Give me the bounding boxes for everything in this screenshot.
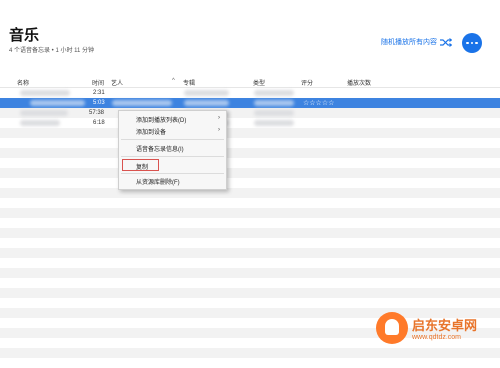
blurred-name xyxy=(20,110,68,116)
shuffle-icon xyxy=(440,37,452,47)
empty-row xyxy=(0,248,500,258)
column-artist[interactable]: 艺人 xyxy=(111,78,123,87)
table-row[interactable]: 6:18 xyxy=(0,118,500,128)
watermark: 启东安卓网 www.qdtdz.com xyxy=(376,312,477,344)
empty-row xyxy=(0,178,500,188)
shuffle-label: 随机播放所有内容 xyxy=(381,39,437,46)
table-row-selected[interactable]: 5:03 ☆☆☆☆☆ xyxy=(0,98,500,108)
column-rating[interactable]: 评分 xyxy=(301,78,313,87)
row-time: 5:03 xyxy=(93,100,105,106)
menu-item-add-to-playlist[interactable]: 添加到播放列表(D) xyxy=(136,115,186,124)
column-genre[interactable]: 类型 xyxy=(253,78,265,87)
blurred-artist xyxy=(112,100,172,106)
submenu-arrow-icon: › xyxy=(218,115,220,121)
table-header: 名称 时间 艺人 ^ 专辑 类型 评分 播放次数 xyxy=(0,75,500,88)
menu-separator xyxy=(121,156,224,157)
blurred-genre xyxy=(254,120,294,126)
menu-separator xyxy=(121,139,224,140)
submenu-arrow-icon: › xyxy=(218,127,220,133)
blurred-name xyxy=(20,120,60,126)
empty-row xyxy=(0,278,500,288)
menu-item-memo-info[interactable]: 语音备忘录信息(I) xyxy=(136,144,184,153)
empty-row xyxy=(0,238,500,248)
empty-row xyxy=(0,128,500,138)
empty-row xyxy=(0,148,500,158)
blurred-album xyxy=(184,90,229,96)
row-time: 6:18 xyxy=(93,120,105,126)
watermark-name: 启东安卓网 xyxy=(412,318,478,333)
empty-row xyxy=(0,358,500,368)
empty-row xyxy=(0,298,500,308)
row-time: 57:38 xyxy=(89,110,105,116)
menu-item-copy[interactable]: 复制 xyxy=(136,162,148,171)
column-album[interactable]: 专辑 xyxy=(183,78,195,87)
rating-stars[interactable]: ☆☆☆☆☆ xyxy=(303,99,334,107)
empty-row xyxy=(0,168,500,178)
column-name[interactable]: 名称 xyxy=(17,78,29,87)
empty-row xyxy=(0,218,500,228)
page-subtitle: 4 个语音备忘录 • 1 小时 11 分钟 xyxy=(9,48,95,54)
table-row[interactable]: 2:31 xyxy=(0,88,500,98)
empty-row xyxy=(0,258,500,268)
column-time[interactable]: 时间 xyxy=(92,78,104,87)
sort-ascending-icon[interactable]: ^ xyxy=(172,78,175,84)
blurred-name xyxy=(30,100,85,106)
more-dot-icon xyxy=(466,41,469,45)
more-options-button[interactable] xyxy=(462,33,482,53)
more-dot-icon xyxy=(470,41,474,45)
empty-row xyxy=(0,138,500,148)
more-dot-icon xyxy=(475,41,478,45)
shuffle-all-link[interactable]: 随机播放所有内容 xyxy=(381,37,452,47)
blurred-genre xyxy=(254,100,294,106)
menu-item-add-to-device[interactable]: 添加到设备 xyxy=(136,127,166,136)
menu-separator xyxy=(121,173,224,174)
empty-row xyxy=(0,288,500,298)
watermark-url: www.qdtdz.com xyxy=(412,334,462,341)
context-menu: 添加到播放列表(D) › 添加到设备 › 语音备忘录信息(I) 复制 从资源库删… xyxy=(118,110,227,190)
table-row[interactable]: 57:38 xyxy=(0,108,500,118)
empty-row xyxy=(0,198,500,208)
page-title: 音乐 xyxy=(9,27,40,44)
menu-item-delete-from-library[interactable]: 从资源库删除(F) xyxy=(136,177,180,186)
blurred-genre xyxy=(254,90,294,96)
empty-row xyxy=(0,268,500,278)
column-plays[interactable]: 播放次数 xyxy=(347,78,371,87)
row-time: 2:31 xyxy=(93,90,105,96)
empty-row xyxy=(0,208,500,218)
empty-row xyxy=(0,158,500,168)
watermark-logo-icon xyxy=(376,312,408,344)
empty-row xyxy=(0,228,500,238)
empty-row xyxy=(0,188,500,198)
blurred-name xyxy=(20,90,70,96)
blurred-album xyxy=(184,100,229,106)
blurred-genre xyxy=(254,110,294,116)
empty-row xyxy=(0,348,500,358)
